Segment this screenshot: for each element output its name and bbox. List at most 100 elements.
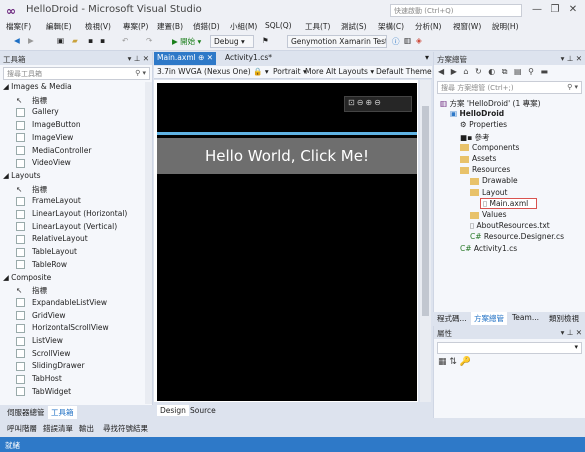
toolbox-item[interactable]: ListView <box>16 336 63 346</box>
solution-node[interactable]: Values <box>470 210 507 219</box>
toolbox-item[interactable]: FrameLayout <box>16 196 81 206</box>
zoom-controls[interactable]: ⊡⊖⊕⊖ <box>344 96 412 112</box>
solution-node[interactable]: ▣ HelloDroid <box>450 109 504 118</box>
editor-scrollbar[interactable] <box>420 80 431 402</box>
toolbox-item[interactable]: HorizontalScrollView <box>16 323 109 333</box>
solution-node[interactable]: ▯ AboutResources.txt <box>470 221 550 230</box>
toolbox-item[interactable]: ↖ 指標 <box>16 95 47 106</box>
menu-edit[interactable]: 編輯(E) <box>46 21 72 32</box>
solution-node[interactable]: C# Activity1.cs <box>460 244 517 253</box>
toolbox-item[interactable]: SlidingDrawer <box>16 361 85 371</box>
menu-tools[interactable]: 工具(T) <box>305 21 330 32</box>
toolbox-item[interactable]: MediaController <box>16 146 91 155</box>
source-tab[interactable]: Source <box>187 405 219 416</box>
redo-icon[interactable]: ↷ <box>146 36 152 45</box>
toolbox-scrollbar[interactable] <box>145 82 152 404</box>
open-icon[interactable]: ▰ <box>72 36 78 45</box>
menu-analyze[interactable]: 分析(N) <box>415 21 441 32</box>
design-surface[interactable]: ⊡⊖⊕⊖ Hello World, Click Me! <box>154 80 418 402</box>
solution-node[interactable]: Assets <box>460 154 496 163</box>
find-symbol-results-tab[interactable]: 尋找符號結果 <box>100 422 151 435</box>
toolbox-tab[interactable]: 工具箱 <box>48 406 77 419</box>
property-pages-icon[interactable]: 🔑 <box>460 357 471 367</box>
hello-button[interactable]: Hello World, Click Me! <box>157 138 417 174</box>
tab-main-axml[interactable]: Main.axml ⊕ ✕ <box>154 52 217 65</box>
tab-solution-explorer[interactable]: 方案總管 <box>471 312 507 325</box>
device-size-combo[interactable]: 3.7in WVGA (Nexus One) 🔒 ▾ <box>157 67 269 76</box>
pin-icon[interactable]: ▾ ⊥ ✕ <box>128 54 149 63</box>
minimize-button[interactable]: — <box>530 3 544 16</box>
menu-debug[interactable]: 偵錯(D) <box>193 21 220 32</box>
menu-project[interactable]: 專案(P) <box>123 21 148 32</box>
menu-view[interactable]: 檢視(V) <box>85 21 111 32</box>
alt-layouts-combo[interactable]: Alt Layouts ▾ <box>326 67 374 76</box>
toolbox-item[interactable]: GridView <box>16 311 66 321</box>
solution-node[interactable]: C# Resource.Designer.cs <box>470 232 564 241</box>
config-combo[interactable]: Debug ▾ <box>210 35 254 48</box>
toolbox-item[interactable]: LinearLayout (Vertical) <box>16 222 117 232</box>
properties-combo[interactable]: ▾ <box>437 342 582 354</box>
solution-node[interactable]: ⚙ Properties <box>460 120 507 129</box>
save-icon[interactable]: ▪ <box>88 36 93 45</box>
info-icon[interactable]: ⓘ <box>392 36 400 47</box>
start-button[interactable]: ▶ 開始 ▾ <box>172 36 201 47</box>
toolbox-item[interactable]: ↖ 指標 <box>16 285 47 296</box>
device-combo[interactable]: Genymotion Xamarin Test ▾ <box>287 35 387 48</box>
toolbox-search[interactable]: 搜尋工具箱 ⚲ ▾ <box>3 67 150 80</box>
save-all-icon[interactable]: ▪ <box>100 36 105 45</box>
solution-node[interactable]: Resources <box>460 165 510 174</box>
toolbox-item[interactable]: ImageButton <box>16 120 81 130</box>
solution-node[interactable]: ■▪ 參考 <box>460 132 490 143</box>
alphabetical-icon[interactable]: ⇅ <box>449 357 457 367</box>
toolbox-item[interactable]: Gallery <box>16 107 59 117</box>
design-tab[interactable]: Design <box>157 405 189 416</box>
toolbox-item[interactable]: ExpandableListView <box>16 298 107 308</box>
solution-node[interactable]: ▥ 方案 'HelloDroid' (1 專案) <box>440 98 541 109</box>
server-explorer-tab[interactable]: 伺服器總管 <box>4 406 48 419</box>
pin-icon[interactable]: ▾ ⊥ ✕ <box>561 328 582 337</box>
toolbox-item[interactable]: RelativeLayout <box>16 234 88 244</box>
new-project-icon[interactable]: ▣ <box>57 36 64 45</box>
solution-node[interactable]: Drawable <box>470 176 518 185</box>
solution-node[interactable]: Layout <box>470 188 508 197</box>
pin-icon[interactable]: ▾ ⊥ ✕ <box>561 54 582 63</box>
error-list-tab[interactable]: 錯誤清單 <box>40 422 76 435</box>
toolbox-item[interactable]: TableRow <box>16 260 67 270</box>
toolbox-item[interactable]: LinearLayout (Horizontal) <box>16 209 127 219</box>
sdk-icon[interactable]: ◈ <box>416 36 422 45</box>
close-button[interactable]: ✕ <box>566 3 580 16</box>
menu-architecture[interactable]: 架構(C) <box>378 21 404 32</box>
solution-node[interactable]: ▯ Main.axml <box>480 197 538 209</box>
quick-launch-input[interactable]: 快速啟動 (Ctrl+Q) <box>390 4 522 17</box>
menu-team[interactable]: 小組(M) <box>230 21 257 32</box>
menu-build[interactable]: 建置(B) <box>157 21 183 32</box>
tab-activity1[interactable]: Activity1.cs* <box>222 52 275 63</box>
find-icon[interactable]: ⚑ <box>262 36 269 45</box>
forward-icon[interactable]: ▶ <box>28 36 34 45</box>
toolbox-category[interactable]: ◢ Layouts <box>3 171 41 180</box>
toolbox-item[interactable]: VideoView <box>16 158 71 168</box>
toolbox-item[interactable]: TabHost <box>16 374 62 384</box>
tab-class-view[interactable]: 類別檢視 <box>546 312 582 325</box>
menu-help[interactable]: 說明(H) <box>492 21 519 32</box>
more-button[interactable]: More <box>305 67 324 76</box>
solution-node[interactable]: Components <box>460 143 519 152</box>
restore-button[interactable]: ❐ <box>548 3 562 16</box>
tab-dropdown-icon[interactable]: ▾ <box>425 53 429 62</box>
undo-icon[interactable]: ↶ <box>122 36 128 45</box>
menu-test[interactable]: 測試(S) <box>341 21 367 32</box>
call-hierarchy-tab[interactable]: 呼叫階層 <box>4 422 40 435</box>
toolbox-category[interactable]: ◢ Composite <box>3 273 51 282</box>
toolbox-item[interactable]: ImageView <box>16 133 73 143</box>
back-icon[interactable]: ◀ <box>14 36 20 45</box>
output-tab[interactable]: 輸出 <box>76 422 97 435</box>
toolbox-item[interactable]: ↖ 指標 <box>16 184 47 195</box>
theme-combo[interactable]: Default Theme <box>376 67 432 76</box>
orientation-combo[interactable]: Portrait ▾ <box>273 67 307 76</box>
menu-window[interactable]: 視窗(W) <box>453 21 481 32</box>
tab-code-map[interactable]: 程式碼... <box>434 312 470 325</box>
device-manager-icon[interactable]: ▥ <box>404 36 411 45</box>
menu-file[interactable]: 檔案(F) <box>6 21 31 32</box>
solution-search[interactable]: 搜尋 方案總管 (Ctrl+;) ⚲ ▾ <box>437 81 582 94</box>
menu-sql[interactable]: SQL(Q) <box>265 21 292 30</box>
